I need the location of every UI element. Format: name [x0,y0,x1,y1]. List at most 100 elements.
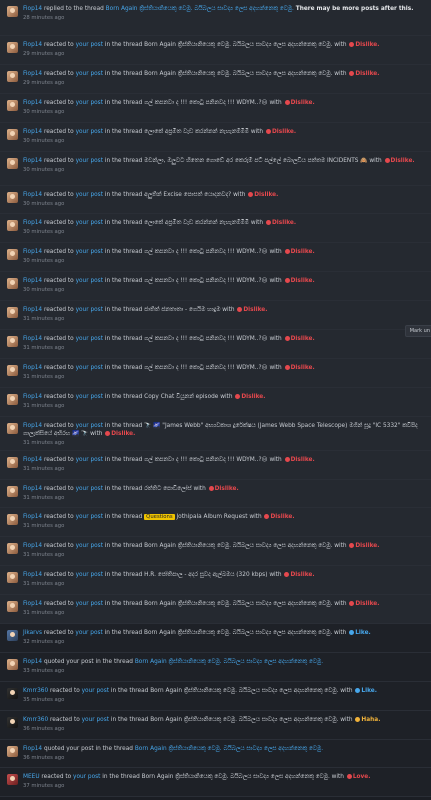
alert-user[interactable]: Fiop14 [23,220,42,226]
alert-item[interactable]: Fiop14 reacted to your post in the threa… [0,243,431,273]
your-post-link[interactable]: your post [76,423,103,429]
alert-item[interactable]: Fiop14 reacted to your post in the threa… [0,537,431,567]
thread-link[interactable]: Jothipala Album Request [176,514,247,520]
alert-item[interactable]: Fiop14 reacted to your post in the threa… [0,508,431,538]
avatar[interactable] [7,630,18,642]
alert-item[interactable]: Fiop14 reacted to your post in the threa… [0,272,431,302]
alert-item[interactable]: MEEU reacted to your post in the thread … [0,768,431,798]
alert-item[interactable]: Fiop14 reacted to your post in the threa… [0,479,431,509]
your-post-link[interactable]: your post [76,543,103,549]
thread-link[interactable]: Born Again ක්‍රිස්තියානියෙකු වෙමු. බයිබල… [144,543,332,549]
thread-link[interactable]: Born Again ක්‍රිස්තියානියෙකු වෙමු. බයිබල… [106,6,294,12]
avatar[interactable] [7,191,18,203]
thread-link[interactable]: ගල් කපනවා ද !!! කොටු පනිනවද !!! WDYM..?😑 [144,457,267,463]
thread-link[interactable]: H.R. ජෝතිපාල - අදර සුවද ඇල්බමය (320 kbps… [144,572,267,578]
alert-item[interactable]: Jikarvs reacted to your post in the thre… [0,624,431,653]
alert-user[interactable]: Fiop14 [23,336,42,342]
avatar[interactable] [7,774,18,786]
alert-item[interactable]: Fiop14 reacted to your post in the threa… [0,566,431,596]
thread-link[interactable]: Born Again ක්‍රිස්තියානියෙකු වෙමු. බයිබල… [144,601,332,607]
your-post-link[interactable]: your post [76,394,103,400]
alert-user[interactable]: Fiop14 [23,514,42,520]
alert-item[interactable]: Fiop14 reacted to your post in the threa… [0,416,431,451]
your-post-link[interactable]: your post [82,688,109,694]
alert-user[interactable]: Kmrr360 [23,688,48,694]
alert-user[interactable]: Fiop14 [23,659,42,665]
your-post-link[interactable]: your post [76,249,103,255]
thread-link[interactable]: Born Again ක්‍රිස්තියානියෙකු වෙමු. බයිබල… [144,42,332,48]
your-post-link[interactable]: your post [76,601,103,607]
thread-link[interactable]: මචන්ලා, ඔලුවට හිතෙන ගොඩේ අර කෙරුම් පට් ප… [144,158,367,164]
alert-user[interactable]: Fiop14 [23,394,42,400]
avatar[interactable] [7,687,18,699]
alert-item[interactable]: Fiop14 reacted to your post in the threa… [0,185,431,215]
alert-user[interactable]: Fiop14 [23,100,42,106]
your-post-link[interactable]: your post [76,192,103,198]
mark-unread-button[interactable]: Mark un [404,325,431,337]
avatar[interactable] [7,6,18,17]
thread-link[interactable]: ගල් කපනවා ද !!! කොටු පනිනවද !!! WDYM..?😑 [144,249,267,255]
alert-user[interactable]: Fiop14 [23,601,42,607]
alert-item[interactable]: Fiop14 reacted to your post in the threa… [0,595,431,625]
thread-link[interactable]: ලොකේ අප්‍රමිත වැඩ කරන්නන් නැහැනම්මිමි [144,220,249,226]
thread-link[interactable]: Born Again ක්‍රිස්තියානියෙකු වෙමු. බයිබල… [144,71,332,77]
your-post-link[interactable]: your post [76,158,103,164]
avatar[interactable] [7,456,18,468]
avatar[interactable] [7,128,18,140]
avatar[interactable] [7,220,18,232]
alert-item[interactable]: Fiop14 quoted your post in the thread Bo… [0,652,431,682]
your-post-link[interactable]: your post [76,307,103,313]
your-post-link[interactable]: your post [76,220,103,226]
alert-user[interactable]: Fiop14 [23,543,42,549]
thread-link[interactable]: Born Again ක්‍රිස්තියානියෙකු වෙමු. බයිබල… [144,630,332,636]
alert-item[interactable]: Fiop14 reacted to your post in the threa… [0,450,431,480]
avatar[interactable] [7,514,18,526]
alert-item[interactable]: Fiop14 reacted to your post in the threa… [0,64,431,94]
alert-user[interactable]: Fiop14 [23,746,42,752]
alert-user[interactable]: Fiop14 [23,486,42,492]
avatar[interactable] [7,336,18,348]
your-post-link[interactable]: your post [73,774,100,780]
alert-user[interactable]: Kmrr360 [23,717,48,723]
thread-link[interactable]: ගල් කපනවා ද !!! කොටු පනිනවද !!! WDYM..?😑 [144,278,267,284]
avatar[interactable] [7,364,18,376]
avatar[interactable] [7,485,18,497]
alert-item[interactable]: Fiop14 reacted to your post in the threa… [0,93,431,123]
alert-item[interactable]: Kmrr360 reacted to your post in the thre… [0,710,431,740]
alert-item[interactable]: Fiop14 quoted your post in the thread Bo… [0,739,431,769]
your-post-link[interactable]: your post [76,365,103,371]
avatar[interactable] [7,278,18,290]
your-post-link[interactable]: your post [76,42,103,48]
your-post-link[interactable]: your post [76,71,103,77]
alert-item[interactable]: Fiop14 replied to the thread Born Again … [0,0,431,36]
avatar[interactable] [7,745,18,757]
avatar[interactable] [7,572,18,584]
avatar[interactable] [7,99,18,111]
avatar[interactable] [7,157,18,169]
your-post-link[interactable]: your post [76,486,103,492]
thread-link[interactable]: රත්තිට පොඩිලෝස් [144,486,191,492]
thread-link[interactable]: ගල් කපනවා ද !!! කොටු පනිනවද !!! WDYM..?😑 [144,365,267,371]
alert-user[interactable]: Fiop14 [23,457,42,463]
thread-link[interactable]: අලුතින් Excise පොසත් යොදනවද? [144,192,231,198]
alert-item[interactable]: Fiop14 reacted to your post in the threa… [0,330,431,359]
alert-user[interactable]: Fiop14 [23,158,42,164]
alert-user[interactable]: Fiop14 [23,572,42,578]
alert-user[interactable]: MEEU [23,774,40,780]
your-post-link[interactable]: your post [76,514,103,520]
thread-link[interactable]: Born Again ක්‍රිස්තියානියෙකු වෙමු. බයිබල… [150,717,338,723]
your-post-link[interactable]: your post [76,457,103,463]
alert-user[interactable]: Fiop14 [23,192,42,198]
your-post-link[interactable]: your post [82,717,109,723]
alert-item[interactable]: Fiop14 reacted to your post in the threa… [0,301,431,331]
alert-item[interactable]: Fiop14 reacted to your post in the threa… [0,387,431,417]
your-post-link[interactable]: your post [76,336,103,342]
avatar[interactable] [7,716,18,728]
your-post-link[interactable]: your post [76,129,103,135]
your-post-link[interactable]: your post [76,278,103,284]
thread-link[interactable]: ජාතිත් ජනතාතා - ගෙයිම හාදුම [144,307,220,313]
alert-item[interactable]: Fiop14 reacted to your post in the threa… [0,122,431,152]
alert-user[interactable]: Fiop14 [23,71,42,77]
avatar[interactable] [7,393,18,405]
avatar[interactable] [7,249,18,261]
